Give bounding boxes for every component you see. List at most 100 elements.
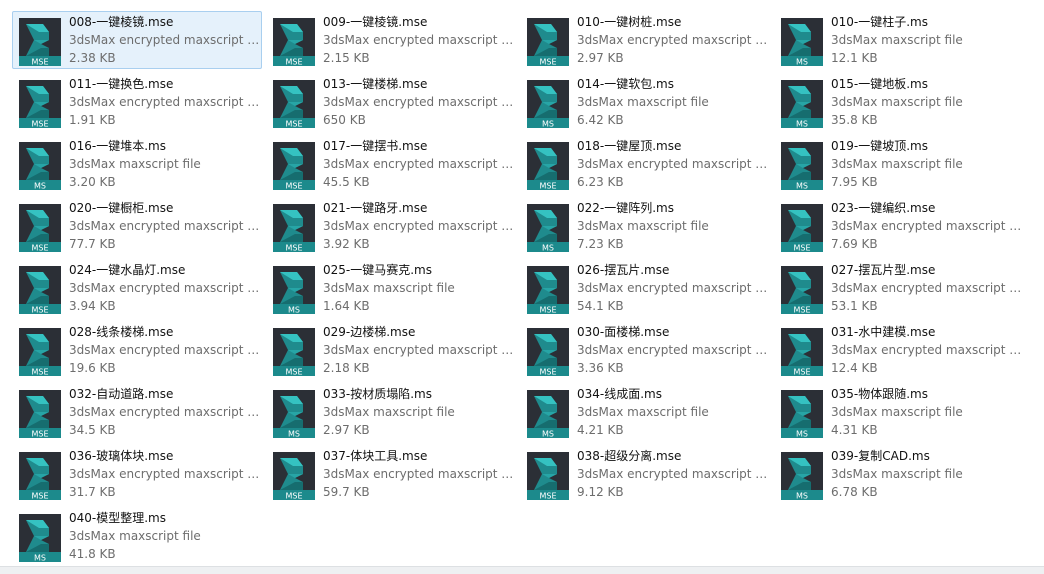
file-type: 3dsMax encrypted maxscript f... (69, 281, 261, 295)
file-type: 3dsMax encrypted maxscript f... (69, 33, 261, 47)
file-size: 4.31 KB (831, 423, 878, 437)
file-badge-label: MS (34, 182, 46, 191)
file-type: 3dsMax encrypted maxscript f... (323, 33, 515, 47)
file-item[interactable]: MSE 009-一键棱镜.mse 3dsMax encrypted maxscrip… (266, 11, 516, 69)
file-item[interactable]: MSE 013-一键楼梯.mse 3dsMax encrypted maxscrip… (266, 73, 516, 131)
file-item[interactable]: MS 033-按材质塌陷.ms 3dsMax maxscript file 2.97 … (266, 383, 516, 441)
file-item[interactable]: MSE 030-面楼梯.mse 3dsMax encrypted maxscript… (520, 321, 770, 379)
file-badge-label: MSE (31, 492, 48, 501)
file-type: 3dsMax maxscript file (577, 95, 709, 109)
file-size: 1.91 KB (69, 113, 116, 127)
file-size: 41.8 KB (69, 547, 116, 561)
file-name: 014-一键软包.ms (577, 77, 674, 91)
file-size: 2.15 KB (323, 51, 370, 65)
file-item[interactable]: MS 035-物体跟随.ms 3dsMax maxscript file 4.31 K… (774, 383, 1024, 441)
file-item[interactable]: MSE 037-体块工具.mse 3dsMax encrypted maxscrip… (266, 445, 516, 503)
file-item[interactable]: MSE 023-一键编织.mse 3dsMax encrypted maxscrip… (774, 197, 1024, 255)
file-type: 3dsMax encrypted maxscript f... (323, 467, 515, 481)
file-item[interactable]: MS 010-一键柱子.ms 3dsMax maxscript file 12.1 K… (774, 11, 1024, 69)
file-badge-label: MS (542, 120, 554, 129)
file-type: 3dsMax encrypted maxscript f... (323, 219, 515, 233)
3dsmax-script-icon: MS (527, 80, 569, 128)
file-name: 023-一键编织.mse (831, 201, 936, 215)
file-type: 3dsMax encrypted maxscript f... (831, 343, 1023, 357)
file-badge-label: MSE (539, 58, 556, 67)
file-size: 3.36 KB (577, 361, 624, 375)
file-badge-label: MS (542, 244, 554, 253)
3dsmax-encrypted-script-icon: MSE (527, 266, 569, 314)
file-badge-label: MSE (31, 58, 48, 67)
file-size: 54.1 KB (577, 299, 624, 313)
file-item[interactable]: MSE 010-一键树桩.mse 3dsMax encrypted maxscrip… (520, 11, 770, 69)
3dsmax-script-icon: MS (273, 266, 315, 314)
file-item[interactable]: MS 039-复制CAD.ms 3dsMax maxscript file 6.78 … (774, 445, 1024, 503)
file-item[interactable]: MSE 021-一键路牙.mse 3dsMax encrypted maxscrip… (266, 197, 516, 255)
file-item[interactable]: MSE 024-一键水晶灯.mse 3dsMax encrypted maxscri… (12, 259, 262, 317)
file-size: 1.64 KB (323, 299, 370, 313)
file-item[interactable]: MSE 011-一键换色.mse 3dsMax encrypted maxscrip… (12, 73, 262, 131)
file-item[interactable]: MSE 018-一键屋顶.mse 3dsMax encrypted maxscrip… (520, 135, 770, 193)
file-name: 030-面楼梯.mse (577, 325, 670, 339)
file-item[interactable]: MSE 020-一键橱柜.mse 3dsMax encrypted maxscrip… (12, 197, 262, 255)
file-name: 035-物体跟随.ms (831, 387, 928, 401)
file-item[interactable]: MSE 028-线条楼梯.mse 3dsMax encrypted maxscrip… (12, 321, 262, 379)
file-size: 650 KB (323, 113, 366, 127)
file-item[interactable]: MS 014-一键软包.ms 3dsMax maxscript file 6.42 K… (520, 73, 770, 131)
file-name: 039-复制CAD.ms (831, 449, 930, 463)
file-size: 2.38 KB (69, 51, 116, 65)
file-size: 59.7 KB (323, 485, 370, 499)
file-badge-label: MSE (31, 430, 48, 439)
file-item[interactable]: MSE 017-一键摆书.mse 3dsMax encrypted maxscrip… (266, 135, 516, 193)
file-item[interactable]: MS 040-模型整理.ms 3dsMax maxscript file 41.8 K… (12, 507, 262, 565)
3dsmax-encrypted-script-icon: MSE (273, 18, 315, 66)
3dsmax-encrypted-script-icon: MSE (19, 390, 61, 438)
file-item[interactable]: MSE 032-自动道路.mse 3dsMax encrypted maxscrip… (12, 383, 262, 441)
file-name: 029-边楼梯.mse (323, 325, 416, 339)
file-size: 2.97 KB (323, 423, 370, 437)
file-item[interactable]: MS 025-一键马赛克.ms 3dsMax maxscript file 1.64 … (266, 259, 516, 317)
file-type: 3dsMax encrypted maxscript f... (69, 343, 261, 357)
file-size: 6.23 KB (577, 175, 624, 189)
file-badge-label: MSE (285, 244, 302, 253)
3dsmax-script-icon: MS (781, 18, 823, 66)
file-badge-label: MS (288, 306, 300, 315)
file-item[interactable]: MSE 026-摆瓦片.mse 3dsMax encrypted maxscript… (520, 259, 770, 317)
file-name: 010-一键树桩.mse (577, 15, 682, 29)
file-item[interactable]: MS 022-一键阵列.ms 3dsMax maxscript file 7.23 K… (520, 197, 770, 255)
3dsmax-encrypted-script-icon: MSE (19, 18, 61, 66)
file-size: 12.1 KB (831, 51, 878, 65)
file-item[interactable]: MS 016-一键堆本.ms 3dsMax maxscript file 3.20 K… (12, 135, 262, 193)
3dsmax-encrypted-script-icon: MSE (19, 204, 61, 252)
file-item[interactable]: MS 015-一键地板.ms 3dsMax maxscript file 35.8 K… (774, 73, 1024, 131)
3dsmax-encrypted-script-icon: MSE (273, 204, 315, 252)
file-item[interactable]: MSE 027-摆瓦片型.mse 3dsMax encrypted maxscrip… (774, 259, 1024, 317)
file-type: 3dsMax encrypted maxscript f... (577, 33, 769, 47)
file-size: 31.7 KB (69, 485, 116, 499)
window-bottom-edge (0, 566, 1044, 574)
file-type: 3dsMax encrypted maxscript f... (831, 281, 1023, 295)
file-item[interactable]: MSE 038-超级分离.mse 3dsMax encrypted maxscrip… (520, 445, 770, 503)
file-size: 2.97 KB (577, 51, 624, 65)
file-type: 3dsMax maxscript file (831, 33, 963, 47)
file-item[interactable]: MSE 031-水中建模.mse 3dsMax encrypted maxscrip… (774, 321, 1024, 379)
file-badge-label: MSE (285, 58, 302, 67)
file-item[interactable]: MSE 036-玻璃体块.mse 3dsMax encrypted maxscrip… (12, 445, 262, 503)
file-item[interactable]: MS 019-一键坡顶.ms 3dsMax maxscript file 7.95 K… (774, 135, 1024, 193)
file-size: 6.42 KB (577, 113, 624, 127)
file-name: 036-玻璃体块.mse (69, 449, 174, 463)
3dsmax-encrypted-script-icon: MSE (781, 328, 823, 376)
file-size: 7.23 KB (577, 237, 624, 251)
3dsmax-script-icon: MS (273, 390, 315, 438)
file-type: 3dsMax maxscript file (831, 467, 963, 481)
file-item[interactable]: MSE 008-一键棱镜.mse 3dsMax encrypted maxscrip… (12, 11, 262, 69)
file-badge-label: MSE (285, 492, 302, 501)
file-name: 013-一键楼梯.mse (323, 77, 428, 91)
file-item[interactable]: MSE 029-边楼梯.mse 3dsMax encrypted maxscript… (266, 321, 516, 379)
file-size: 2.18 KB (323, 361, 370, 375)
file-size: 6.78 KB (831, 485, 878, 499)
file-badge-label: MSE (539, 368, 556, 377)
file-item[interactable]: MS 034-线成面.ms 3dsMax maxscript file 4.21 KB (520, 383, 770, 441)
file-size: 3.20 KB (69, 175, 116, 189)
file-badge-label: MSE (31, 368, 48, 377)
file-type: 3dsMax maxscript file (69, 157, 201, 171)
